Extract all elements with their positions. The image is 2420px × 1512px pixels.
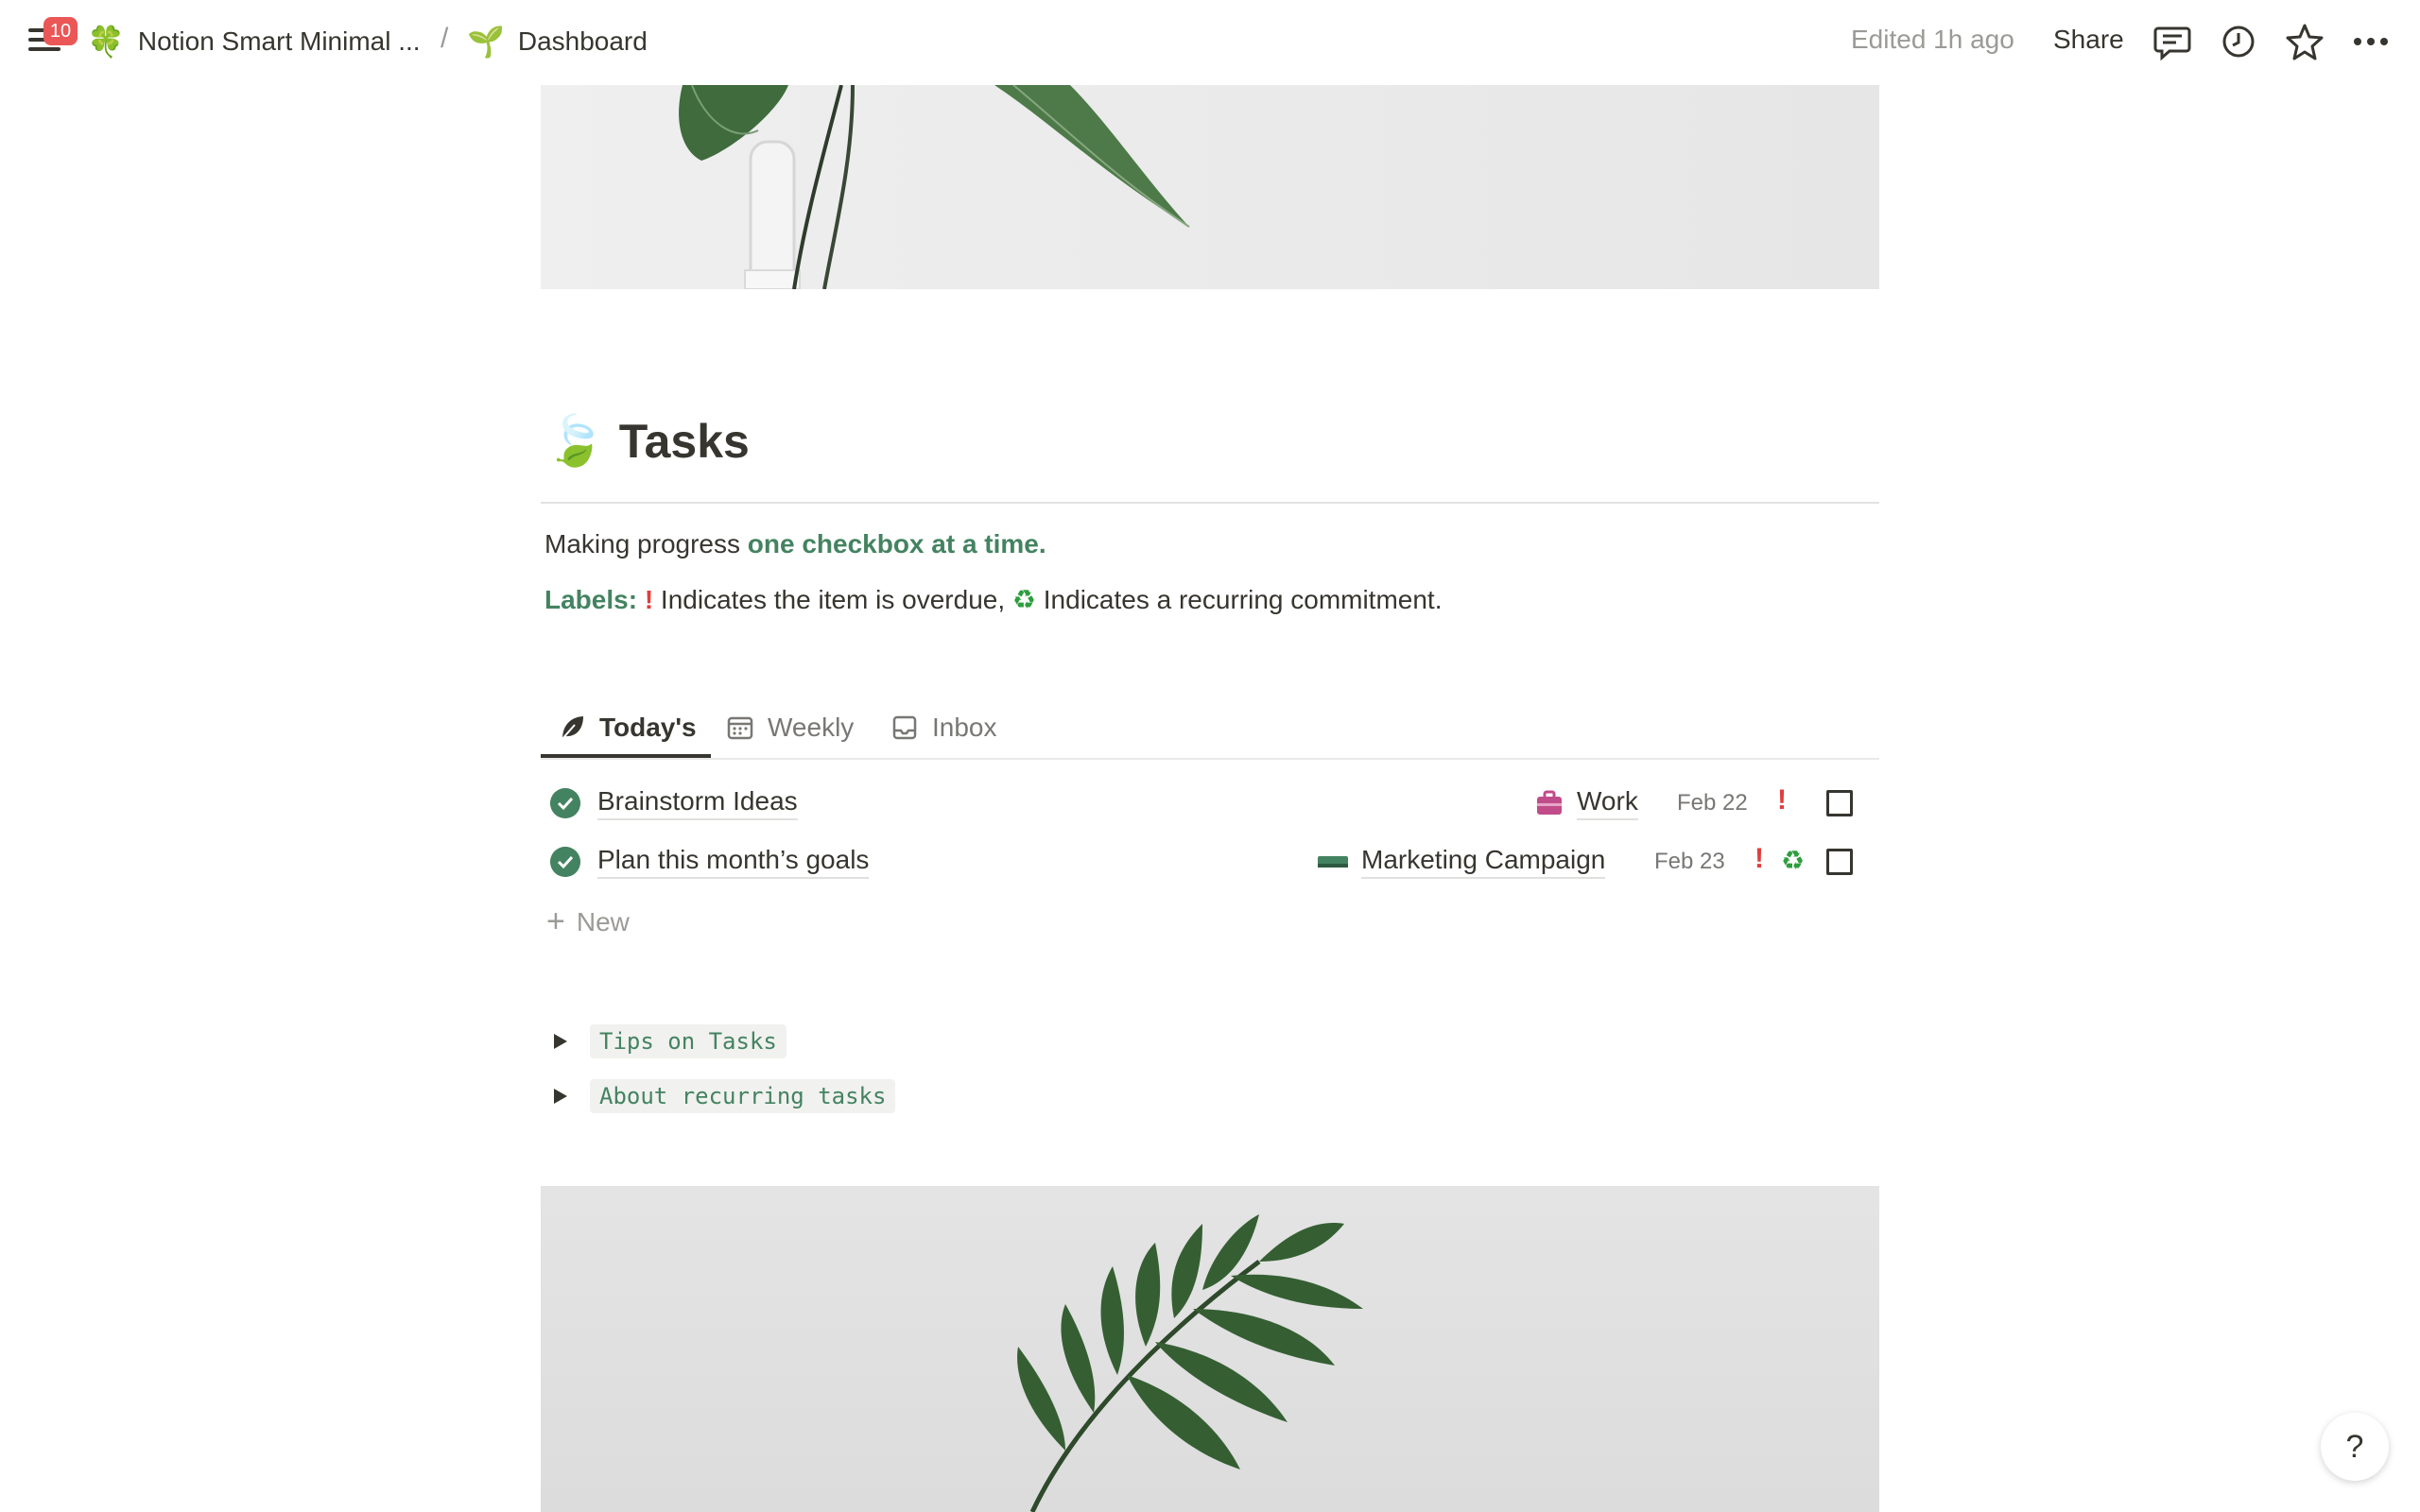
toggle-about-recurring[interactable]: About recurring tasks xyxy=(554,1079,896,1113)
leaf-emoji-icon: 🍃 xyxy=(544,414,606,469)
calendar-icon xyxy=(727,716,753,740)
breadcrumb-dashboard[interactable]: 🌱 Dashboard xyxy=(467,21,648,62)
top-bar: 10 🍀 Notion Smart Minimal ... / 🌱 Dashbo… xyxy=(0,0,2420,85)
clock-icon[interactable] xyxy=(2218,21,2259,62)
toggle-triangle-icon[interactable] xyxy=(554,1089,567,1104)
inbox-icon xyxy=(892,715,917,740)
share-button[interactable]: Share xyxy=(2053,25,2124,55)
toggle-label: Tips on Tasks xyxy=(590,1024,786,1058)
breadcrumb-label: Dashboard xyxy=(517,26,648,56)
breadcrumb-label: Notion Smart Minimal ... xyxy=(137,26,421,56)
new-label: New xyxy=(576,906,630,936)
intro-text: Making progress xyxy=(544,529,748,558)
recycle-icon: ♻ xyxy=(1011,585,1036,614)
tag-label: Marketing Campaign xyxy=(1361,845,1606,879)
page-title: 🍃 Tasks xyxy=(544,412,750,470)
active-tab-indicator xyxy=(541,754,711,758)
more-icon[interactable] xyxy=(2350,21,2392,62)
task-checkbox[interactable] xyxy=(1826,849,1853,875)
tab-weekly[interactable]: Weekly xyxy=(726,697,854,758)
tab-label: Inbox xyxy=(932,713,997,742)
breadcrumb-workspace[interactable]: 🍀 Notion Smart Minimal ... xyxy=(87,21,421,62)
toggle-tips-on-tasks[interactable]: Tips on Tasks xyxy=(554,1024,786,1058)
cover-image-bottom xyxy=(541,1186,1879,1512)
recurring-text: Indicates a recurring commitment. xyxy=(1036,585,1443,614)
menu-line-icon xyxy=(28,47,60,51)
task-date: Feb 22 xyxy=(1677,790,1748,816)
task-checkbox[interactable] xyxy=(1826,790,1853,816)
view-tabs: Today's Weekly Inbox xyxy=(541,697,1879,760)
new-task-button[interactable]: + New xyxy=(546,903,630,940)
task-title[interactable]: Plan this month’s goals xyxy=(597,845,870,879)
task-title[interactable]: Brainstorm Ideas xyxy=(597,786,798,820)
tab-inbox[interactable]: Inbox xyxy=(890,697,997,758)
plant-vase-illustration xyxy=(679,85,1190,289)
edited-timestamp: Edited 1h ago xyxy=(1851,25,2014,54)
task-tag[interactable]: Work xyxy=(1535,786,1638,820)
notification-badge: 10 xyxy=(43,17,78,45)
intro-highlight: one checkbox at a time. xyxy=(747,529,1046,558)
check-circle-icon xyxy=(550,847,580,877)
task-tag[interactable]: Marketing Campaign xyxy=(1316,845,1606,879)
labels-title: Labels: xyxy=(544,585,638,614)
toggle-triangle-icon[interactable] xyxy=(554,1034,567,1049)
divider xyxy=(541,502,1879,504)
exclamation-icon: ! xyxy=(644,585,654,614)
table-row[interactable]: Plan this month’s goals Marketing Campai… xyxy=(541,835,1879,888)
tab-label: Today's xyxy=(599,713,697,742)
overdue-text: Indicates the item is overdue, xyxy=(653,585,1012,614)
tag-label: Work xyxy=(1577,786,1638,820)
help-button[interactable]: ? xyxy=(2321,1413,2389,1481)
comment-icon[interactable] xyxy=(2152,21,2193,62)
intro-paragraph: Making progress one checkbox at a time. xyxy=(544,529,1046,559)
plus-icon: + xyxy=(546,903,565,939)
tab-todays[interactable]: Today's xyxy=(558,697,697,758)
recycle-icon: ♻ xyxy=(1781,846,1806,875)
campaign-icon xyxy=(1318,856,1348,868)
page-title-text: Tasks xyxy=(618,414,750,468)
overdue-icon: ! xyxy=(1754,843,1764,874)
briefcase-icon xyxy=(1537,790,1562,815)
overdue-icon: ! xyxy=(1777,784,1787,816)
labels-paragraph: Labels: ! Indicates the item is overdue,… xyxy=(544,584,1443,615)
clover-icon: 🍀 xyxy=(87,25,125,59)
sidebar-menu-button[interactable]: 10 xyxy=(28,17,78,55)
table-row[interactable]: Brainstorm Ideas Work Feb 22 ! xyxy=(541,777,1879,830)
cover-image-top xyxy=(541,85,1879,289)
breadcrumb-separator: / xyxy=(441,23,449,54)
toggle-label: About recurring tasks xyxy=(590,1079,896,1113)
task-date: Feb 23 xyxy=(1654,849,1725,874)
check-circle-icon xyxy=(550,788,580,818)
leaf-icon xyxy=(561,716,583,741)
tab-label: Weekly xyxy=(768,713,855,742)
seedling-icon: 🌱 xyxy=(467,25,505,59)
palm-leaf-illustration xyxy=(1017,1214,1363,1512)
star-icon[interactable] xyxy=(2284,21,2325,62)
